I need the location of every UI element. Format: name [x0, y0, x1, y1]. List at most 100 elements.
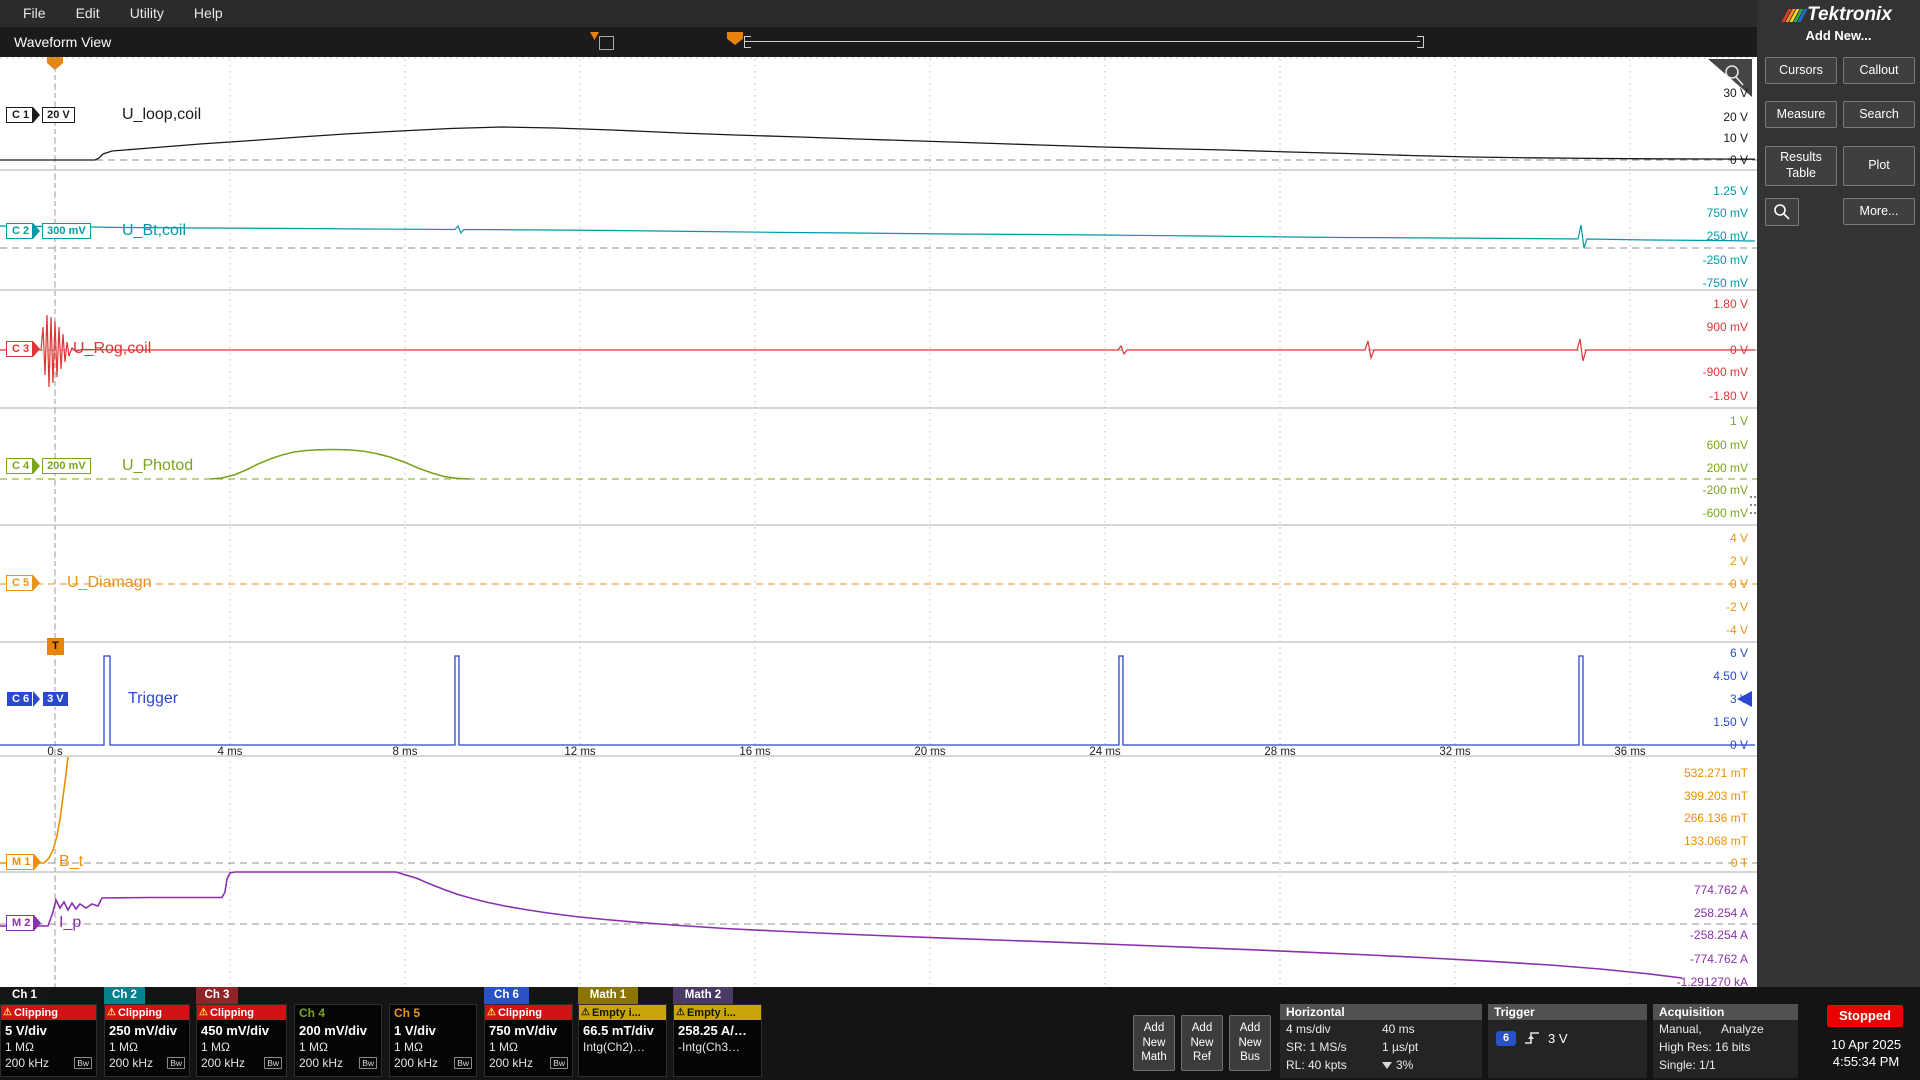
- add-new-button-add-new-bus[interactable]: Add New Bus: [1229, 1015, 1271, 1071]
- channel-tab-math1[interactable]: Math 1: [578, 987, 638, 1004]
- scale-label-c4: -600 mV: [1703, 507, 1748, 519]
- panel-button-measure[interactable]: Measure: [1765, 101, 1837, 128]
- card-row: -Intg(Ch3…: [674, 1038, 761, 1054]
- card-row: 1 MΩ: [295, 1038, 381, 1054]
- panel-splitter[interactable]: [1749, 494, 1757, 522]
- scale-label-m1: 0 T: [1731, 857, 1748, 869]
- waveform-plot[interactable]: 30 V20 V10 V0 VC 120 VU_loop,coil1.25 V7…: [0, 57, 1757, 987]
- add-new-button-add-new-ref[interactable]: Add New Ref: [1181, 1015, 1223, 1071]
- card-header: ⚠Clipping: [485, 1005, 572, 1020]
- channel-card-3[interactable]: Ch 4200 mV/div1 MΩ200 kHzBw: [294, 1004, 382, 1077]
- pan-track[interactable]: [744, 41, 1420, 42]
- scale-label-m1: 133.068 mT: [1684, 835, 1748, 847]
- scale-label-c6: 0 V: [1730, 739, 1748, 751]
- channel-name-m1: B_t: [59, 853, 83, 871]
- scale-label-c4: 1 V: [1730, 415, 1748, 427]
- channel-card-2[interactable]: ⚠Clipping450 mV/div1 MΩ200 kHzBw: [196, 1004, 287, 1077]
- trigger-level-arrow[interactable]: [1737, 691, 1752, 707]
- time-axis-label: 0 s: [47, 746, 62, 758]
- warning-icon: ⚠: [487, 1007, 496, 1018]
- acquisition-panel[interactable]: Acquisition Manual,Analyze High Res: 16 …: [1653, 1004, 1798, 1078]
- card-row: 200 kHzBw: [1, 1054, 96, 1070]
- overview-icon[interactable]: [599, 36, 614, 50]
- panel-button-plot[interactable]: Plot: [1843, 146, 1915, 186]
- trigger-panel[interactable]: Trigger 6 3 V: [1488, 1004, 1647, 1078]
- scale-label-c4: 200 mV: [1707, 462, 1748, 474]
- trigger-source-chip[interactable]: 6: [1496, 1031, 1516, 1046]
- card-row: Intg(Ch2)…: [579, 1038, 666, 1054]
- channel-badge-c5[interactable]: C 5: [6, 574, 42, 592]
- time-axis-label: 12 ms: [564, 746, 595, 758]
- menu-bar: FileEditUtilityHelp: [0, 0, 1757, 27]
- scale-label-c1: 10 V: [1723, 132, 1748, 144]
- card-row: 750 mV/div: [485, 1020, 572, 1038]
- channel-badge-c6[interactable]: C 63 V: [6, 690, 69, 708]
- channel-card-7[interactable]: ⚠Empty i...258.25 A/…-Intg(Ch3…: [673, 1004, 762, 1077]
- card-header: ⚠Clipping: [1, 1005, 96, 1020]
- horizontal-scale: 4 ms/div: [1286, 1022, 1382, 1036]
- channel-badge-c2[interactable]: C 2300 mV: [6, 222, 91, 240]
- channel-card-1[interactable]: ⚠Clipping250 mV/div1 MΩ200 kHzBw: [104, 1004, 190, 1077]
- trigger-source-marker[interactable]: T: [47, 638, 64, 655]
- right-panel-buttons: CursorsCalloutMeasureSearchResults Table…: [1757, 0, 1920, 987]
- scale-label-c5: 0 V: [1730, 578, 1748, 590]
- panel-button-cursors[interactable]: Cursors: [1765, 57, 1837, 84]
- record-length: RL: 40 kpts: [1286, 1058, 1382, 1072]
- channel-tab-ch2[interactable]: Ch 2: [104, 987, 145, 1004]
- card-header: Ch 4: [295, 1005, 381, 1020]
- panel-button-search[interactable]: Search: [1843, 101, 1915, 128]
- channel-tab-ch1[interactable]: Ch 1: [0, 987, 49, 1004]
- bandwidth-icon: Bw: [359, 1057, 377, 1069]
- clock[interactable]: 10 Apr 2025 4:55:34 PM: [1814, 1036, 1918, 1070]
- channel-badge-m1[interactable]: M 1: [6, 853, 43, 871]
- rising-edge-icon: [1523, 1030, 1541, 1046]
- channel-badge-m2[interactable]: M 2: [6, 914, 43, 932]
- sample-rate: SR: 1 MS/s: [1286, 1040, 1382, 1054]
- waveform-view-bar: Waveform View: [0, 27, 1757, 57]
- scale-label-c3: 1.80 V: [1713, 298, 1748, 310]
- date-label: 10 Apr 2025: [1814, 1036, 1918, 1053]
- menu-item-file[interactable]: File: [8, 0, 61, 27]
- pan-bracket-left[interactable]: [744, 36, 751, 48]
- channel-card-5[interactable]: ⚠Clipping750 mV/div1 MΩ200 kHzBw: [484, 1004, 573, 1077]
- menu-item-utility[interactable]: Utility: [115, 0, 179, 27]
- menu-item-help[interactable]: Help: [179, 0, 238, 27]
- pan-position-marker[interactable]: [727, 32, 743, 45]
- zoom-mode-button[interactable]: [1765, 198, 1799, 226]
- panel-button-callout[interactable]: Callout: [1843, 57, 1915, 84]
- bandwidth-icon: Bw: [550, 1057, 568, 1069]
- scale-label-m2: 258.254 A: [1694, 907, 1748, 919]
- scale-label-c2: -250 mV: [1703, 254, 1748, 266]
- add-new-button-add-new-math[interactable]: Add New Math: [1133, 1015, 1175, 1071]
- card-header: ⚠Empty i...: [674, 1005, 761, 1020]
- card-row: 66.5 mT/div: [579, 1020, 666, 1038]
- card-row: 1 MΩ: [105, 1038, 189, 1054]
- card-row: 450 mV/div: [197, 1020, 286, 1038]
- horizontal-panel[interactable]: Horizontal 4 ms/div40 ms SR: 1 MS/s1 µs/…: [1280, 1004, 1482, 1078]
- channel-badge-c1[interactable]: C 120 V: [6, 106, 75, 124]
- time-axis-label: 32 ms: [1439, 746, 1470, 758]
- channel-tab-ch3[interactable]: Ch 3: [196, 987, 238, 1004]
- pan-bracket-right[interactable]: [1417, 36, 1424, 48]
- more-button[interactable]: More...: [1843, 198, 1915, 225]
- run-stop-status[interactable]: Stopped: [1827, 1005, 1903, 1027]
- menu-item-edit[interactable]: Edit: [61, 0, 115, 27]
- channel-card-4[interactable]: Ch 51 V/div1 MΩ200 kHzBw: [389, 1004, 477, 1077]
- trigger-level: 3 V: [1548, 1031, 1568, 1046]
- channel-tab-math2[interactable]: Math 2: [673, 987, 733, 1004]
- channel-card-0[interactable]: ⚠Clipping5 V/div1 MΩ200 kHzBw: [0, 1004, 97, 1077]
- horizontal-position: 3%: [1396, 1058, 1413, 1072]
- channel-badge-c4[interactable]: C 4200 mV: [6, 457, 91, 475]
- channel-badge-c3[interactable]: C 3: [6, 340, 42, 358]
- sample-interval: 1 µs/pt: [1382, 1040, 1418, 1054]
- scale-label-m2: -258.254 A: [1690, 929, 1748, 941]
- bandwidth-icon: Bw: [264, 1057, 282, 1069]
- card-row: 200 kHzBw: [485, 1054, 572, 1070]
- channel-card-6[interactable]: ⚠Empty i...66.5 mT/divIntg(Ch2)…: [578, 1004, 667, 1077]
- warning-icon: ⚠: [3, 1007, 12, 1018]
- overview-marker-icon: [590, 32, 599, 40]
- scale-label-c6: 4.50 V: [1713, 670, 1748, 682]
- scale-label-c1: 30 V: [1723, 87, 1748, 99]
- channel-tab-ch6[interactable]: Ch 6: [484, 987, 529, 1004]
- panel-button-results-table[interactable]: Results Table: [1765, 146, 1837, 186]
